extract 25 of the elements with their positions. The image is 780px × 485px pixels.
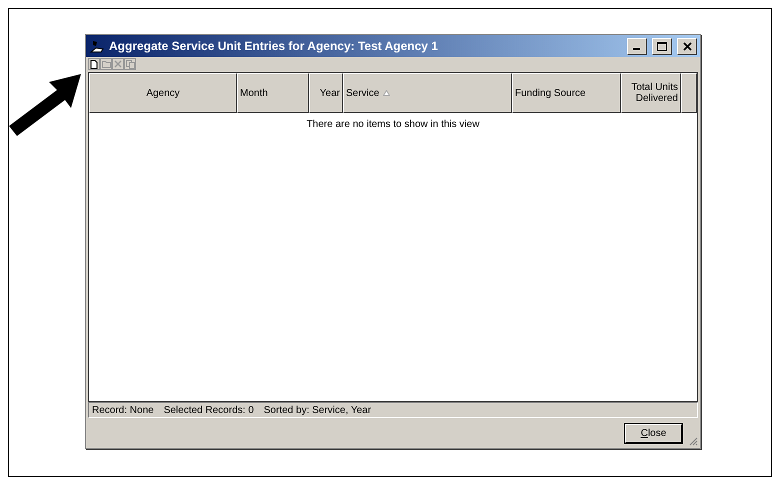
new-document-icon	[90, 60, 98, 68]
close-dialog-button[interactable]: Close	[625, 424, 682, 442]
window-title: Aggregate Service Unit Entries for Agency: Test Agency 1	[109, 39, 439, 53]
column-header[interactable]: Total Units Delivered	[621, 73, 681, 113]
column-header[interactable]: Agency	[89, 73, 237, 113]
status-text: Record: None	[92, 404, 154, 416]
resize-grip-icon[interactable]	[688, 436, 698, 446]
close-icon	[682, 42, 692, 50]
column-header[interactable]: Service	[343, 73, 512, 113]
minimize-button[interactable]	[627, 38, 647, 54]
folder-icon	[102, 60, 110, 68]
close-button[interactable]	[677, 38, 697, 54]
app-icon	[89, 39, 105, 53]
status-text: Sorted by: Service, Year	[264, 404, 372, 416]
empty-message: There are no items to show in this view	[306, 118, 480, 132]
column-header[interactable]: Year	[309, 73, 343, 113]
sort-ascending-icon	[383, 90, 390, 96]
maximize-button[interactable]	[652, 38, 672, 54]
delete-icon	[114, 60, 122, 68]
toolbar-button[interactable]	[88, 58, 100, 70]
column-header[interactable]: Month	[237, 73, 309, 113]
status-text: Selected Records: 0	[164, 404, 254, 416]
column-header[interactable]: Funding Source	[512, 73, 621, 113]
maximize-icon	[657, 42, 667, 50]
copy-icon	[126, 60, 134, 68]
